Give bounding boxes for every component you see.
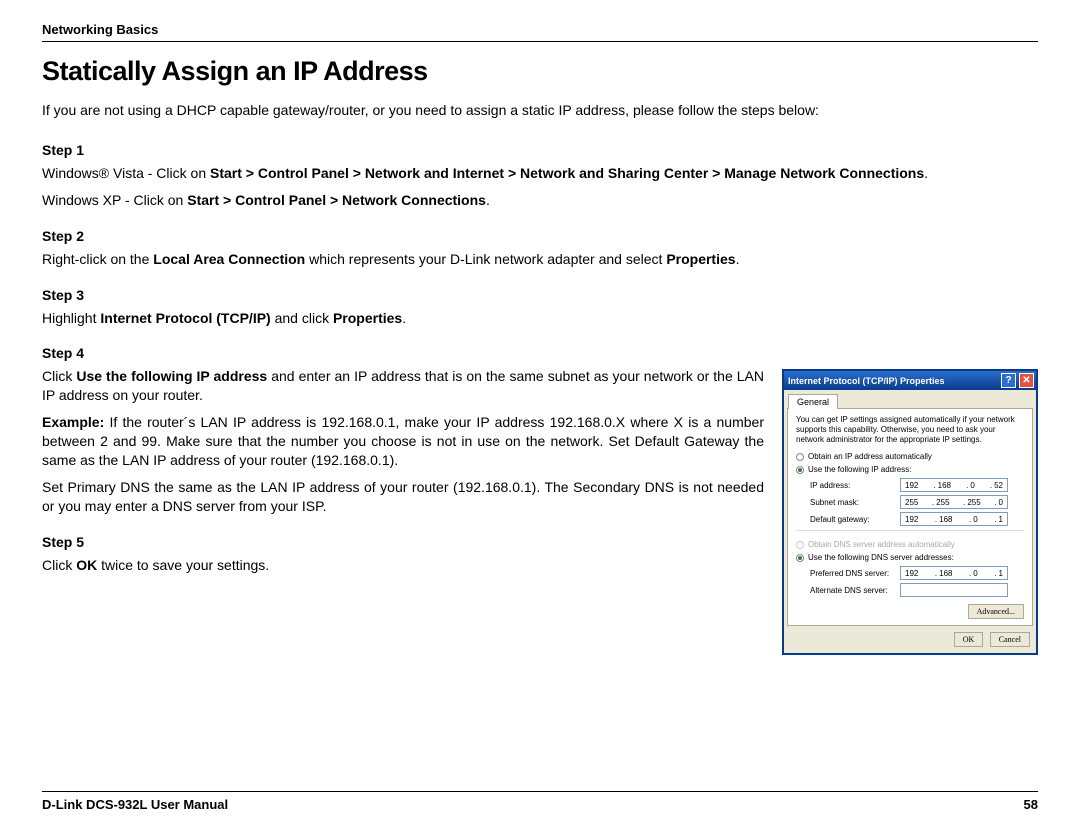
page-title: Statically Assign an IP Address (42, 56, 1038, 87)
step2-b1: Local Area Connection (153, 251, 305, 267)
dialog-title-text: Internet Protocol (TCP/IP) Properties (788, 376, 945, 386)
radio-auto-ip-label: Obtain an IP address automatically (808, 452, 932, 461)
radio-use-dns[interactable]: Use the following DNS server addresses: (796, 553, 1024, 562)
close-button[interactable]: ✕ (1019, 373, 1034, 388)
step3-head: Step 3 (42, 287, 1038, 303)
mask-input[interactable]: 2552552550 (900, 495, 1008, 509)
footer-page-number: 58 (1024, 797, 1038, 812)
step1-vista-path: Start > Control Panel > Network and Inte… (210, 165, 924, 181)
pdns-label: Preferred DNS server: (810, 569, 900, 578)
adns-input[interactable]: .... (900, 583, 1008, 597)
step2-b2: Properties (666, 251, 735, 267)
adns-row: Alternate DNS server: .... (796, 583, 1024, 597)
tcpip-dialog: Internet Protocol (TCP/IP) Properties ? … (782, 369, 1038, 655)
step4-head: Step 4 (42, 345, 1038, 361)
ip-row: IP address: 192168052 (796, 478, 1024, 492)
header-section: Networking Basics (42, 22, 1038, 42)
step1-head: Step 1 (42, 142, 1038, 158)
step2-head: Step 2 (42, 228, 1038, 244)
tab-general[interactable]: General (788, 394, 838, 409)
dialog-titlebar: Internet Protocol (TCP/IP) Properties ? … (784, 371, 1036, 390)
cancel-button[interactable]: Cancel (990, 632, 1030, 647)
ip-input[interactable]: 192168052 (900, 478, 1008, 492)
radio-auto-dns: Obtain DNS server address automatically (796, 540, 1024, 549)
radio-auto-dns-label: Obtain DNS server address automatically (808, 540, 955, 549)
step5-head: Step 5 (42, 534, 764, 550)
advanced-button[interactable]: Advanced... (968, 604, 1024, 619)
ok-button[interactable]: OK (954, 632, 984, 647)
step4-p3: Set Primary DNS the same as the LAN IP a… (42, 478, 764, 516)
intro-text: If you are not using a DHCP capable gate… (42, 101, 1038, 120)
help-button[interactable]: ? (1001, 373, 1016, 388)
radio-use-dns-label: Use the following DNS server addresses: (808, 553, 954, 562)
step3-body: Highlight Internet Protocol (TCP/IP) and… (42, 309, 1038, 328)
step4-p1: Click Use the following IP address and e… (42, 367, 764, 405)
step4-ex-b: Example: (42, 414, 104, 430)
step4-p1-b: Use the following IP address (76, 368, 267, 384)
step3-b1: Internet Protocol (TCP/IP) (100, 310, 270, 326)
step1-xp-path: Start > Control Panel > Network Connecti… (187, 192, 486, 208)
page-footer: D-Link DCS-932L User Manual 58 (42, 791, 1038, 812)
radio-use-ip[interactable]: Use the following IP address: (796, 465, 1024, 474)
gw-input[interactable]: 19216801 (900, 512, 1008, 526)
step5-body: Click OK twice to save your settings. (42, 556, 764, 575)
mask-label: Subnet mask: (810, 498, 900, 507)
radio-auto-ip[interactable]: Obtain an IP address automatically (796, 452, 1024, 461)
step5-pre: Click (42, 557, 76, 573)
radio-use-ip-label: Use the following IP address: (808, 465, 911, 474)
step3-mid: and click (271, 310, 333, 326)
dialog-desc: You can get IP settings assigned automat… (796, 415, 1024, 444)
gw-row: Default gateway: 19216801 (796, 512, 1024, 526)
tab-strip: General (784, 390, 1036, 408)
step1-vista-pre: Windows® Vista - Click on (42, 165, 210, 181)
step1-xp-pre: Windows XP - Click on (42, 192, 187, 208)
step2-body: Right-click on the Local Area Connection… (42, 250, 1038, 269)
mask-row: Subnet mask: 2552552550 (796, 495, 1024, 509)
step5-post: twice to save your settings. (97, 557, 269, 573)
adns-label: Alternate DNS server: (810, 586, 900, 595)
step4-p1-pre: Click (42, 368, 76, 384)
step1-xp: Windows XP - Click on Start > Control Pa… (42, 191, 1038, 210)
step4-example: Example: If the router´s LAN IP address … (42, 413, 764, 470)
pdns-row: Preferred DNS server: 19216801 (796, 566, 1024, 580)
step5-b1: OK (76, 557, 97, 573)
pdns-input[interactable]: 19216801 (900, 566, 1008, 580)
step2-pre: Right-click on the (42, 251, 153, 267)
gw-label: Default gateway: (810, 515, 900, 524)
footer-manual-title: D-Link DCS-932L User Manual (42, 797, 228, 812)
step3-pre: Highlight (42, 310, 100, 326)
step2-mid: which represents your D-Link network ada… (305, 251, 666, 267)
step1-vista: Windows® Vista - Click on Start > Contro… (42, 164, 1038, 183)
dialog-panel: You can get IP settings assigned automat… (787, 408, 1033, 626)
ip-label: IP address: (810, 481, 900, 490)
step4-ex-text: If the router´s LAN IP address is 192.16… (42, 414, 764, 468)
step3-b2: Properties (333, 310, 402, 326)
